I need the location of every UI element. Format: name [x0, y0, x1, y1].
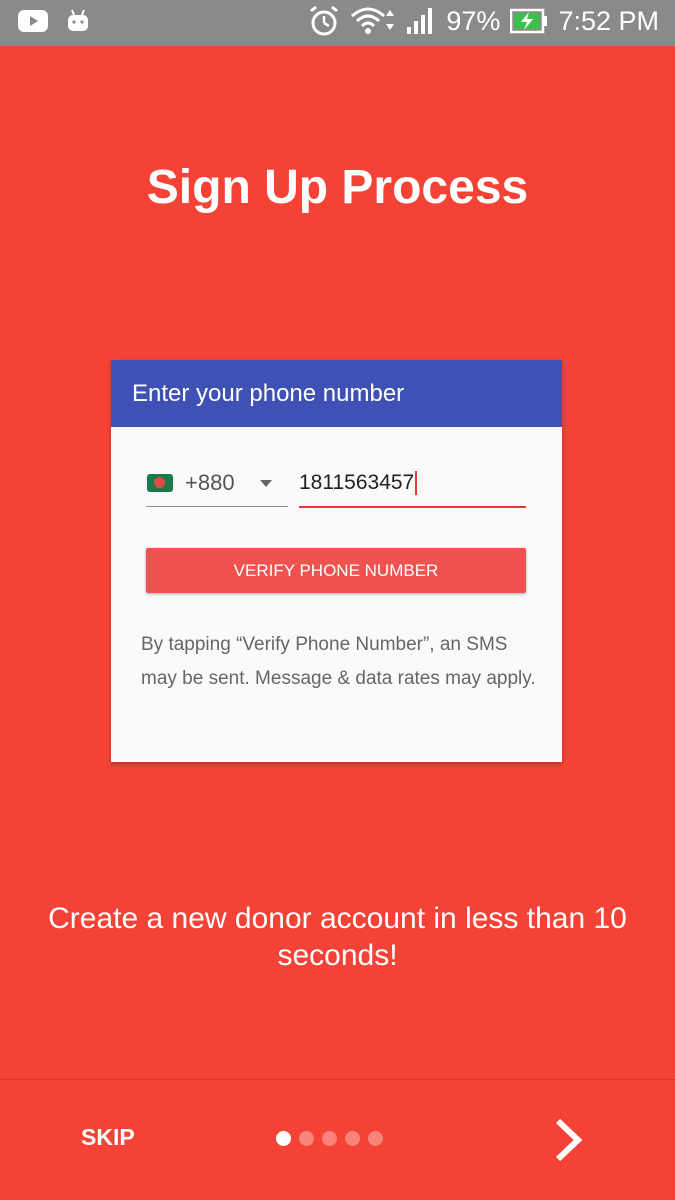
battery-percent: 97%: [446, 5, 501, 36]
country-code: +880: [185, 470, 235, 495]
clock-time: 7:52 PM: [558, 5, 659, 36]
page-dot: [368, 1131, 383, 1146]
phone-number-value: 1811563457: [299, 471, 415, 494]
page-title: Sign Up Process: [146, 161, 529, 214]
verify-phone-button[interactable]: VERIFY PHONE NUMBER: [146, 548, 526, 593]
page-dot: [345, 1131, 360, 1146]
phone-number-input[interactable]: 1811563457: [299, 460, 526, 508]
youtube-icon: [18, 10, 48, 32]
phone-signup-card: Enter your phone number +880 1811563457 …: [111, 360, 562, 762]
page-dot: [299, 1131, 314, 1146]
android-icon: [68, 9, 88, 31]
card-header: Enter your phone number: [111, 360, 562, 427]
signal-icon: [407, 8, 433, 34]
country-code-picker[interactable]: +880: [146, 460, 288, 507]
sms-disclaimer: By tapping “Verify Phone Number”, an SMS…: [141, 634, 536, 689]
page-dot: [322, 1131, 337, 1146]
bangladesh-flag-icon: [147, 474, 173, 492]
next-arrow-icon[interactable]: [548, 1117, 588, 1163]
page-indicator: [276, 1131, 383, 1146]
tagline: Create a new donor account in less than …: [48, 902, 627, 972]
dropdown-arrow-icon: [260, 479, 272, 487]
page-dot: [276, 1131, 291, 1146]
status-bar: 97% 7:52 PM: [0, 0, 675, 46]
text-cursor: [415, 471, 418, 495]
wifi-icon: [351, 7, 395, 34]
skip-button[interactable]: SKIP: [81, 1124, 135, 1151]
alarm-icon: [310, 5, 339, 36]
battery-charging-icon: [510, 8, 548, 34]
footer-divider: [0, 1079, 675, 1080]
